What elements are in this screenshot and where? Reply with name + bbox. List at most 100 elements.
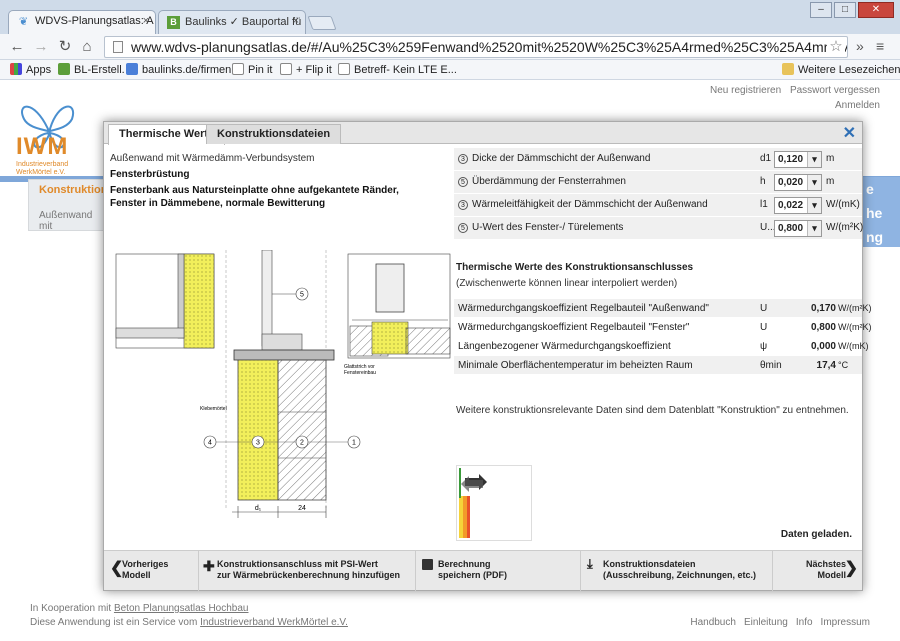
info-number: 3	[458, 200, 468, 210]
new-tab-button[interactable]	[307, 16, 337, 30]
footer-link-impressum[interactable]: Impressum	[821, 617, 870, 628]
footer-link-einleitung[interactable]: Einleitung	[744, 617, 788, 628]
param-row: 3 Wärmeleitfähigkeit der Dämmschicht der…	[454, 194, 862, 217]
info-number: 5	[458, 177, 468, 187]
param-unit: W/(m²K)	[826, 222, 864, 233]
close-icon[interactable]: ✕	[843, 123, 856, 143]
menu-icon[interactable]: ≡	[876, 38, 884, 54]
bookmark-bl-erstell[interactable]: BL-Erstell.	[58, 63, 125, 76]
status-loaded: Daten geladen.	[780, 529, 852, 540]
close-tab-icon[interactable]: ×	[143, 15, 149, 27]
parameter-list: 3 Dicke der Dämmschicht der Außenwand d1…	[454, 148, 864, 240]
iwm-logo[interactable]: IWM Industrieverband WerkMörtel e.V.	[14, 89, 84, 185]
beton-link[interactable]: Beton Planungsatlas Hochbau	[114, 603, 249, 614]
close-tab-icon[interactable]: ×	[293, 15, 299, 27]
thermal-simulation-icon	[459, 468, 487, 538]
minimize-icon[interactable]: –	[810, 2, 832, 18]
result-row: Minimale Oberflächentemperatur im beheiz…	[454, 356, 862, 375]
result-row: Wärmedurchgangskoeffizient Regelbauteil …	[454, 318, 872, 337]
maximize-icon[interactable]: □	[834, 2, 856, 18]
forward-icon[interactable]: →	[32, 38, 50, 56]
other-bookmarks[interactable]: Weitere Lesezeichen	[782, 63, 900, 76]
svg-text:Fenstereinbau: Fenstereinbau	[344, 370, 376, 376]
footer-cooperation: In Kooperation mit Beton Planungsatlas H…	[30, 603, 249, 614]
constructions-item[interactable]: Außenwand mit	[29, 196, 107, 232]
tab-baulinks[interactable]: B Baulinks ✓ Bauportal fü ×	[158, 10, 306, 34]
footer-service: Diese Anwendung ist ein Service vom Indu…	[30, 617, 348, 628]
param-row: 5 U-Wert des Fenster-/ Türelements U... …	[454, 217, 864, 240]
info-number: 5	[458, 223, 468, 233]
bookmark-baulinks-firmen[interactable]: baulinks.de/firmen	[126, 63, 231, 76]
extensions-chevron-icon[interactable]: »	[856, 38, 864, 54]
reload-icon[interactable]: ↻	[56, 38, 74, 56]
register-link[interactable]: Neu registrieren	[710, 85, 781, 96]
result-label: Längenbezogener Wärmedurchgangskoeffizie…	[458, 341, 671, 352]
save-pdf-button[interactable]: Berechnung speichern (PDF)	[416, 551, 581, 591]
bookmark-flip-it[interactable]: + Flip it	[280, 63, 332, 76]
logo-subtitle: Industrieverband WerkMörtel e.V.	[16, 161, 69, 176]
param-label: U-Wert des Fenster-/ Türelements	[472, 222, 624, 233]
login-link[interactable]: Anmelden	[835, 100, 880, 111]
thermal-subtitle: (Zwischenwerte können linear interpolier…	[456, 278, 678, 289]
param-symbol: h	[760, 176, 766, 187]
detail-desc: Fensterbank aus Natursteinplatte ohne au…	[110, 185, 399, 209]
page-icon	[113, 41, 123, 53]
result-unit: W/(m²K)	[838, 322, 872, 332]
add-psi-button[interactable]: ✚ Konstruktionsanschluss mit PSI-Wert zur…	[199, 551, 416, 591]
plus-icon: ✚	[203, 558, 215, 574]
callout-2: 2	[300, 440, 304, 447]
url-text: www.wdvs-planungsatlas.de/#/Au%25C3%259F…	[131, 39, 847, 55]
param-symbol: l1	[760, 199, 768, 210]
footer-link-handbuch[interactable]: Handbuch	[690, 617, 736, 628]
result-value: 0,000	[810, 341, 836, 352]
result-unit: °C	[838, 360, 849, 370]
page-icon	[338, 63, 350, 75]
constructions-heading[interactable]: Konstruktioner	[29, 180, 118, 196]
further-data-note: Weitere konstruktionsrelevante Daten sin…	[456, 405, 849, 416]
next-model-button[interactable]: ❯ Nächstes Modell	[773, 551, 862, 591]
footer-link-info[interactable]: Info	[796, 617, 813, 628]
forgot-password-link[interactable]: Passwort vergessen	[790, 85, 880, 96]
result-value: 0,170	[810, 303, 836, 314]
param-unit: W/(mK)	[826, 199, 860, 210]
param-select-h[interactable]: 0,020	[774, 174, 822, 191]
construction-drawing: 5 4 3 2 1 Klebemörtel Glattstrich vor Fe…	[115, 250, 451, 518]
param-select-l1[interactable]: 0,022	[774, 197, 822, 214]
iwm-link[interactable]: Industrieverband WerkMörtel e.V.	[200, 617, 348, 628]
callout-3: 3	[256, 440, 260, 447]
callout-4: 4	[208, 440, 212, 447]
back-icon[interactable]: ←	[8, 38, 26, 56]
param-select-u[interactable]: 0,800	[774, 220, 822, 237]
chevron-right-icon: ❯	[844, 560, 858, 577]
google-favicon-icon	[126, 63, 138, 75]
bookmark-star-icon[interactable]: ☆	[827, 37, 845, 57]
browser-tabstrip: ❦ WDVS-Planungsatlas: A × B Baulinks ✓ B…	[0, 0, 900, 34]
param-symbol: d1	[760, 153, 772, 164]
download-icon: ⤓	[587, 556, 593, 571]
bookmark-apps[interactable]: Apps	[10, 63, 51, 76]
tab-wdvs[interactable]: ❦ WDVS-Planungsatlas: A ×	[8, 10, 156, 34]
footer-links: Handbuch Einleitung Info Impressum	[690, 617, 870, 628]
detail-description: Außenwand mit Wärmedämm-Verbundsystem Fe…	[110, 152, 430, 210]
home-icon[interactable]: ⌂	[78, 38, 96, 56]
tab-konstruktionsdateien[interactable]: Konstruktionsdateien	[206, 124, 342, 144]
result-row: Wärmedurchgangskoeffizient Regelbauteil …	[454, 299, 872, 318]
chevron-left-icon: ❮	[110, 560, 124, 577]
detail-subtitle: Außenwand mit Wärmedämm-Verbundsystem	[110, 153, 315, 164]
address-bar[interactable]: www.wdvs-planungsatlas.de/#/Au%25C3%259F…	[104, 36, 848, 58]
param-select-d1[interactable]: 0,120	[774, 151, 822, 168]
dim-24: 24	[298, 505, 306, 512]
result-symbol: ψ	[760, 341, 768, 352]
tab-title: WDVS-Planungsatlas: A	[35, 15, 154, 27]
thermal-preview[interactable]	[456, 465, 532, 541]
modal-tabs: Thermische Werte Konstruktionsdateien ✕	[104, 122, 862, 145]
close-window-icon[interactable]: ✕	[858, 2, 894, 18]
previous-model-button[interactable]: ❮ Vorheriges Modell	[104, 551, 199, 591]
bookmark-betreff[interactable]: Betreff- Kein LTE E...	[338, 63, 457, 76]
bookmark-pin-it[interactable]: Pin it	[232, 63, 272, 76]
param-unit: m	[826, 153, 835, 164]
result-symbol: U	[760, 303, 768, 314]
footer: In Kooperation mit Beton Planungsatlas H…	[0, 599, 900, 641]
thermal-title: Thermische Werte des Konstruktionsanschl…	[456, 262, 694, 273]
construction-files-button[interactable]: ⤓ Konstruktionsdateien (Ausschreibung, Ze…	[581, 551, 773, 591]
